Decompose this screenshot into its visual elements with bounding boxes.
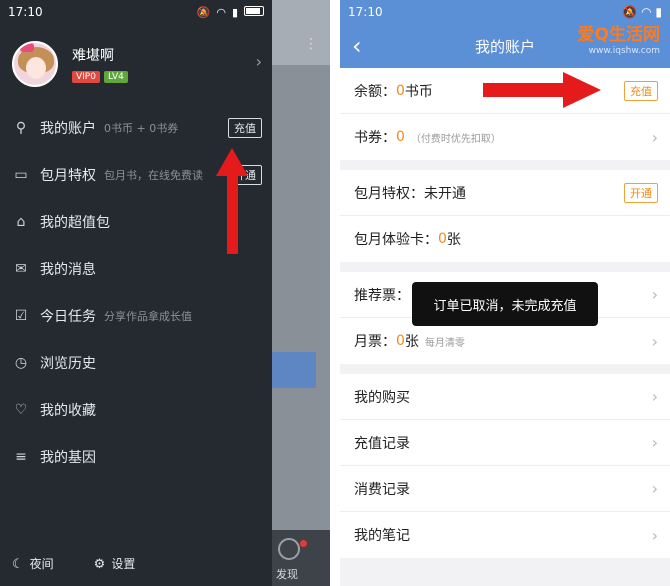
avatar[interactable] <box>12 41 58 87</box>
profile-name: 难堪啊 <box>72 48 114 64</box>
chevron-right-icon: › <box>651 331 658 351</box>
monthly-group: 包月特权：未开通 开通 包月体验卡： 0 张 <box>340 170 670 262</box>
profile-info: 难堪啊 VIP0 LV4 <box>72 45 128 83</box>
mail-icon: ✉ <box>15 260 27 277</box>
mute-icon: 🔕 <box>196 5 211 19</box>
level-badge: LV4 <box>103 71 128 83</box>
background-banner <box>272 352 316 388</box>
menu-item-label: 浏览历史 <box>40 355 96 372</box>
chevron-right-icon: › <box>651 525 658 545</box>
battery-icon <box>244 5 264 16</box>
compass-icon <box>278 538 300 560</box>
menu-item-daily-tasks[interactable]: ☑ 今日任务 分享作品拿成长值 <box>0 292 272 339</box>
user-icon: ⚲ <box>15 119 27 136</box>
chevron-right-icon: › <box>651 127 658 147</box>
menu-item-my-account[interactable]: ⚲ 我的账户 0书币 + 0书券 充值 <box>0 104 272 151</box>
red-arrow-up-annotation <box>216 148 248 254</box>
menu-item-history[interactable]: ◷ 浏览历史 <box>0 339 272 386</box>
moon-icon: ☾ <box>12 557 24 572</box>
menu-item-label: 今日任务 <box>40 308 96 325</box>
status-icons: 🔕 ◠ ▮ <box>196 5 264 19</box>
my-notes-row[interactable]: 我的笔记 › <box>340 512 670 558</box>
chevron-right-icon: › <box>651 285 658 304</box>
book-icon: ▭ <box>14 166 28 183</box>
my-purchases-row[interactable]: 我的购买 › <box>340 374 670 420</box>
monthly-ticket-value: 0 <box>396 333 405 349</box>
right-screenshot: 17:10 🔕 ◠ ▮ ‹ 我的账户 爱Q生活网 www.iqshw.com 余… <box>340 0 670 586</box>
background-app: ⋮ 发现 <box>272 0 330 586</box>
menu-item-favorites[interactable]: ♡ 我的收藏 <box>0 386 272 433</box>
trial-card-row: 包月体验卡： 0 张 <box>354 231 461 248</box>
menu-item-label: 我的消息 <box>40 261 96 278</box>
dna-icon: ≡ <box>15 448 27 465</box>
wifi-icon: ◠ <box>216 5 226 19</box>
status-bar: 17:10 🔕 ◠ ▮ <box>0 0 272 24</box>
signal-icon: ▮ <box>231 5 238 19</box>
gift-icon: ⌂ <box>16 213 26 230</box>
voucher-value: 0 <box>396 129 405 145</box>
toast-message: 订单已取消，未完成充值 <box>412 282 598 326</box>
status-time: 17:10 <box>8 5 43 19</box>
menu-item-label: 我的账户 <box>40 120 96 137</box>
background-header <box>272 0 330 65</box>
consumption-records-row[interactable]: 消费记录 › <box>340 466 670 512</box>
activate-button[interactable]: 开通 <box>624 182 658 203</box>
status-bar: 17:10 🔕 ◠ ▮ <box>340 0 670 24</box>
red-arrow-right-annotation <box>483 72 601 108</box>
menu-item-label: 我的超值包 <box>40 214 110 231</box>
chevron-right-icon: › <box>651 387 658 406</box>
records-group: 我的购买 › 充值记录 › 消费记录 › 我的笔记 › <box>340 374 670 558</box>
voucher-row[interactable]: 书券： 0 （付费时优先扣取） › <box>340 114 670 160</box>
menu-item-label: 我的基因 <box>40 449 96 466</box>
app-header: ‹ 我的账户 爱Q生活网 www.iqshw.com <box>340 24 670 68</box>
voucher-note: （付费时优先扣取） <box>410 133 501 145</box>
checkbox-icon: ☑ <box>14 307 28 324</box>
vip-badge: VIP0 <box>72 71 100 83</box>
drawer-bottom-bar: ☾ 夜间 ⚙ 设置 <box>12 555 135 572</box>
clock-icon: ◷ <box>14 354 28 371</box>
night-mode-button[interactable]: ☾ 夜间 <box>12 555 54 572</box>
chevron-right-icon: › <box>651 433 658 452</box>
monthly-ticket-note: 每月清零 <box>424 337 465 349</box>
heart-icon: ♡ <box>14 401 28 418</box>
recharge-button[interactable]: 充值 <box>228 117 262 138</box>
status-time: 17:10 <box>348 5 383 19</box>
left-screenshot: ⋮ 发现 17:10 🔕 ◠ ▮ 难堪啊 VIP0 LV4 › ⚲ 我的账户 0… <box>0 0 330 586</box>
chevron-right-icon: › <box>651 479 658 498</box>
back-icon[interactable]: ‹ <box>352 32 362 60</box>
monthly-row: 包月特权：未开通 开通 <box>340 170 670 216</box>
menu-item-genes[interactable]: ≡ 我的基因 <box>0 433 272 480</box>
profile-header[interactable]: 难堪啊 VIP0 LV4 › <box>0 24 272 104</box>
balance-value: 0 <box>396 82 405 99</box>
menu-item-sub: 分享作品拿成长值 <box>104 309 192 323</box>
menu-item-label: 包月特权 <box>40 167 96 184</box>
watermark-logo: 爱Q生活网 www.iqshw.com <box>577 25 660 56</box>
status-icons: 🔕 ◠ ▮ <box>622 5 662 19</box>
discover-tab-label: 发现 <box>276 568 298 581</box>
notification-dot <box>300 540 307 547</box>
trial-value: 0 <box>438 231 447 247</box>
chevron-right-icon: › <box>255 52 262 71</box>
profile-badges: VIP0 LV4 <box>72 71 128 83</box>
menu-item-label: 我的收藏 <box>40 402 96 419</box>
recharge-button[interactable]: 充值 <box>624 80 658 101</box>
menu-item-sub: 包月书，在线免费读 <box>104 168 203 182</box>
more-icon: ⋮ <box>304 36 318 52</box>
side-drawer: 17:10 🔕 ◠ ▮ 难堪啊 VIP0 LV4 › ⚲ 我的账户 0书币 + … <box>0 0 272 586</box>
gear-icon: ⚙ <box>93 557 106 572</box>
menu-item-sub: 0书币 + 0书券 <box>104 121 179 135</box>
settings-button[interactable]: ⚙ 设置 <box>94 555 136 572</box>
recharge-records-row[interactable]: 充值记录 › <box>340 420 670 466</box>
